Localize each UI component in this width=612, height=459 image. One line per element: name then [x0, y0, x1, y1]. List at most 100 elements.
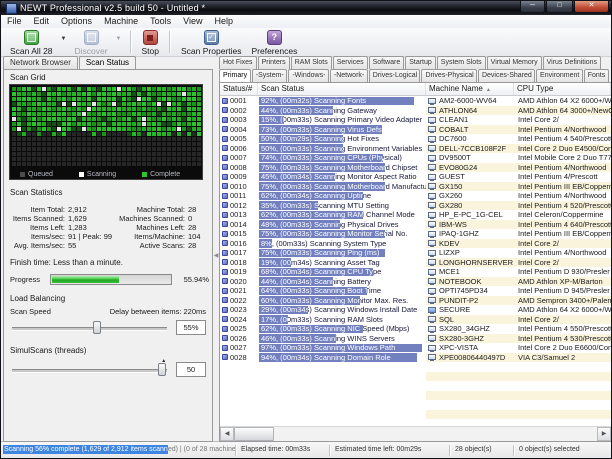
scan-all-28-button[interactable]: Scan All 28	[5, 28, 58, 56]
right-tab-strip-row1: Hot FixesPrintersRAM SlotsServicesSoftwa…	[219, 56, 610, 69]
computer-icon	[428, 221, 436, 227]
table-row[interactable]: 002562%, (00m33s) Scanning NIC Speed (Mb…	[220, 324, 611, 334]
tab-printers[interactable]: Printers	[258, 56, 290, 69]
tab-environment[interactable]: Environment	[536, 69, 583, 82]
table-row[interactable]: 001819%, (00m34s) Scanning Asset Tag19%,…	[220, 258, 611, 268]
menu-edit[interactable]: Edit	[28, 15, 56, 28]
table-row[interactable]: 001575%, (00m33s) Scanning Monitor Seria…	[220, 229, 611, 239]
tab-hot-fixes[interactable]: Hot Fixes	[219, 56, 257, 69]
menu-options[interactable]: Options	[55, 15, 98, 28]
table-row[interactable]: 000315%, (00m33s) Scanning Primary Video…	[220, 115, 611, 125]
scan-speed-slider-thumb[interactable]	[93, 321, 101, 334]
tab-software[interactable]: Software	[369, 56, 405, 69]
row-number-cell: 0011	[220, 191, 258, 201]
table-row[interactable]: 001448%, (00m33s) Scanning Physical Driv…	[220, 220, 611, 230]
title-bar[interactable]: NEWT Professional v2.5 build 50 - Untitl…	[1, 1, 611, 15]
table-row[interactable]: 000875%, (00m33s) Scanning Motherboard C…	[220, 163, 611, 173]
column-header-cpu-type[interactable]: CPU Type	[514, 83, 611, 95]
scan-speed-slider[interactable]	[10, 319, 169, 336]
tab-network[interactable]: -Network-	[330, 69, 368, 82]
table-row[interactable]: 002417%, (00m33s) Scanning RAM Slots17%,…	[220, 315, 611, 325]
close-button[interactable]: ✕	[574, 1, 609, 13]
table-row[interactable]: 000650%, (00m33s) Scanning Environment V…	[220, 144, 611, 154]
table-row[interactable]: 002894%, (00m34s) Scanning Domain Role94…	[220, 353, 611, 363]
menu-help[interactable]: Help	[208, 15, 239, 28]
tab-primary[interactable]: Primary	[219, 69, 251, 82]
scroll-left-icon[interactable]: ◀	[220, 427, 234, 441]
tab-system[interactable]: -System-	[252, 69, 288, 82]
table-row[interactable]: 001235%, (00m33s) Scanning MTU Setting35…	[220, 201, 611, 211]
menu-view[interactable]: View	[177, 15, 208, 28]
scan-progress-cell: 74%, (00m33s) Scanning CPUs (Physical)74…	[258, 153, 426, 163]
table-row[interactable]: 00168%, (00m33s) Scanning System Type8%,…	[220, 239, 611, 249]
column-header-machine-name[interactable]: Machine Name▲	[426, 83, 514, 95]
table-row[interactable]: 001075%, (00m33s) Scanning Motherboard M…	[220, 182, 611, 192]
simulscans-slider-thumb[interactable]	[158, 363, 166, 376]
scroll-right-icon[interactable]: ▶	[597, 427, 611, 441]
table-row[interactable]: 000550%, (00m29s) Scanning Hot Fixes50%,…	[220, 134, 611, 144]
table-row[interactable]: 000473%, (00m33s) Scanning Virus Defs73%…	[220, 125, 611, 135]
menu-machine[interactable]: Machine	[98, 15, 144, 28]
table-row[interactable]: 000774%, (00m33s) Scanning CPUs (Physica…	[220, 153, 611, 163]
table-row[interactable]: 001968%, (00m34s) Scanning CPU Type68%, …	[220, 267, 611, 277]
discover-dropdown-icon[interactable]: ▼	[113, 36, 125, 42]
table-row[interactable]: 002164%, (00m33s) Scanning Boot Time64%,…	[220, 286, 611, 296]
table-row[interactable]: 001162%, (00m34s) Scanning Uptime62%, (0…	[220, 191, 611, 201]
scan-progress-cell: 75%, (00m33s) Scanning Motherboard Manuf…	[258, 182, 426, 192]
column-header-status-num[interactable]: Status/#	[220, 83, 258, 95]
scan-grid-canvas	[12, 87, 200, 166]
column-header-scan-status[interactable]: Scan Status	[258, 83, 426, 95]
legend-scanning: Scanning	[79, 171, 116, 178]
simulscans-label: SimulScans (threads)	[10, 346, 209, 355]
table-row[interactable]: 002044%, (00m34s) Scanning Battery44%, (…	[220, 277, 611, 287]
scan-all-28-dropdown-icon[interactable]: ▼	[58, 36, 70, 42]
stop-icon	[143, 30, 158, 45]
table-row[interactable]: 000192%, (00m32s) Scanning Fonts92%, (00…	[220, 96, 611, 106]
row-number-cell: 0002	[220, 106, 258, 116]
scan-progress-cell: 35%, (00m33s) Scanning MTU Setting35%, (…	[258, 201, 426, 211]
tab-windows[interactable]: -Windows-	[288, 69, 329, 82]
tab-fonts[interactable]: Fonts	[584, 69, 609, 82]
tab-startup[interactable]: Startup	[405, 56, 436, 69]
status-led-icon	[222, 117, 228, 123]
table-row[interactable]: 000244%, (00m33s) Scanning Gateway44%, (…	[220, 106, 611, 116]
cpu-type-cell: Intel Pentium 4/Northwood	[514, 248, 611, 258]
tab-drives-logical[interactable]: Drives-Logical	[369, 69, 421, 82]
table-row[interactable]: 002329%, (00m34s) Scanning Windows Insta…	[220, 305, 611, 315]
maximize-button[interactable]: □	[546, 1, 573, 13]
horizontal-scrollbar[interactable]: ◀ ▶	[220, 426, 611, 441]
progress-value: 55.94%	[172, 275, 209, 284]
discover-button[interactable]: Discover	[69, 28, 112, 56]
machine-name-cell: XPE00806440497D	[426, 353, 514, 363]
scrollbar-thumb[interactable]	[234, 427, 274, 441]
tab-scan-status[interactable]: Scan Status	[79, 56, 136, 69]
splitter-collapse-icon[interactable]: ◀	[214, 252, 219, 259]
scan-properties-button[interactable]: ✓Scan Properties	[176, 28, 246, 56]
simulscans-slider[interactable]: ▲	[10, 361, 169, 378]
stop-button[interactable]: Stop	[137, 28, 165, 56]
minimize-button[interactable]: ─	[520, 1, 545, 13]
row-number-cell: 0019	[220, 267, 258, 277]
tab-drives-physical[interactable]: Drives-Physical	[421, 69, 477, 82]
table-row[interactable]: 000945%, (00m34s) Scanning Monitor Aspec…	[220, 172, 611, 182]
table-row[interactable]: 002797%, (00m33s) Scanning Windows Path9…	[220, 343, 611, 353]
menu-tools[interactable]: Tools	[144, 15, 177, 28]
preferences-button[interactable]: ?Preferences	[246, 28, 302, 56]
scan-table-body: 000192%, (00m32s) Scanning Fonts92%, (00…	[220, 96, 611, 426]
table-row[interactable]: 002260%, (00m33s) Scanning Monitor Max. …	[220, 296, 611, 306]
tab-network-browser[interactable]: Network Browser	[3, 56, 78, 69]
tab-virtual-memory[interactable]: Virtual Memory	[487, 56, 542, 69]
status-led-icon	[222, 98, 228, 104]
scan-progress-cell: 17%, (00m33s) Scanning RAM Slots17%, (00…	[258, 315, 426, 325]
status-led-icon	[222, 307, 228, 313]
row-number-cell: 0005	[220, 134, 258, 144]
tab-system-slots[interactable]: System Slots	[437, 56, 486, 69]
table-row[interactable]: 002646%, (00m33s) Scanning WINS Servers4…	[220, 334, 611, 344]
table-row[interactable]: 001775%, (00m33s) Scanning Ping (ms)75%,…	[220, 248, 611, 258]
tab-virus-definitions[interactable]: Virus Definitions	[543, 56, 601, 69]
tab-services[interactable]: Services	[333, 56, 368, 69]
table-row[interactable]: 001362%, (00m33s) Scanning RAM Channel M…	[220, 210, 611, 220]
menu-file[interactable]: File	[1, 15, 28, 28]
tab-ram-slots[interactable]: RAM Slots	[291, 56, 332, 69]
tab-devices-shared[interactable]: Devices-Shared	[478, 69, 535, 82]
